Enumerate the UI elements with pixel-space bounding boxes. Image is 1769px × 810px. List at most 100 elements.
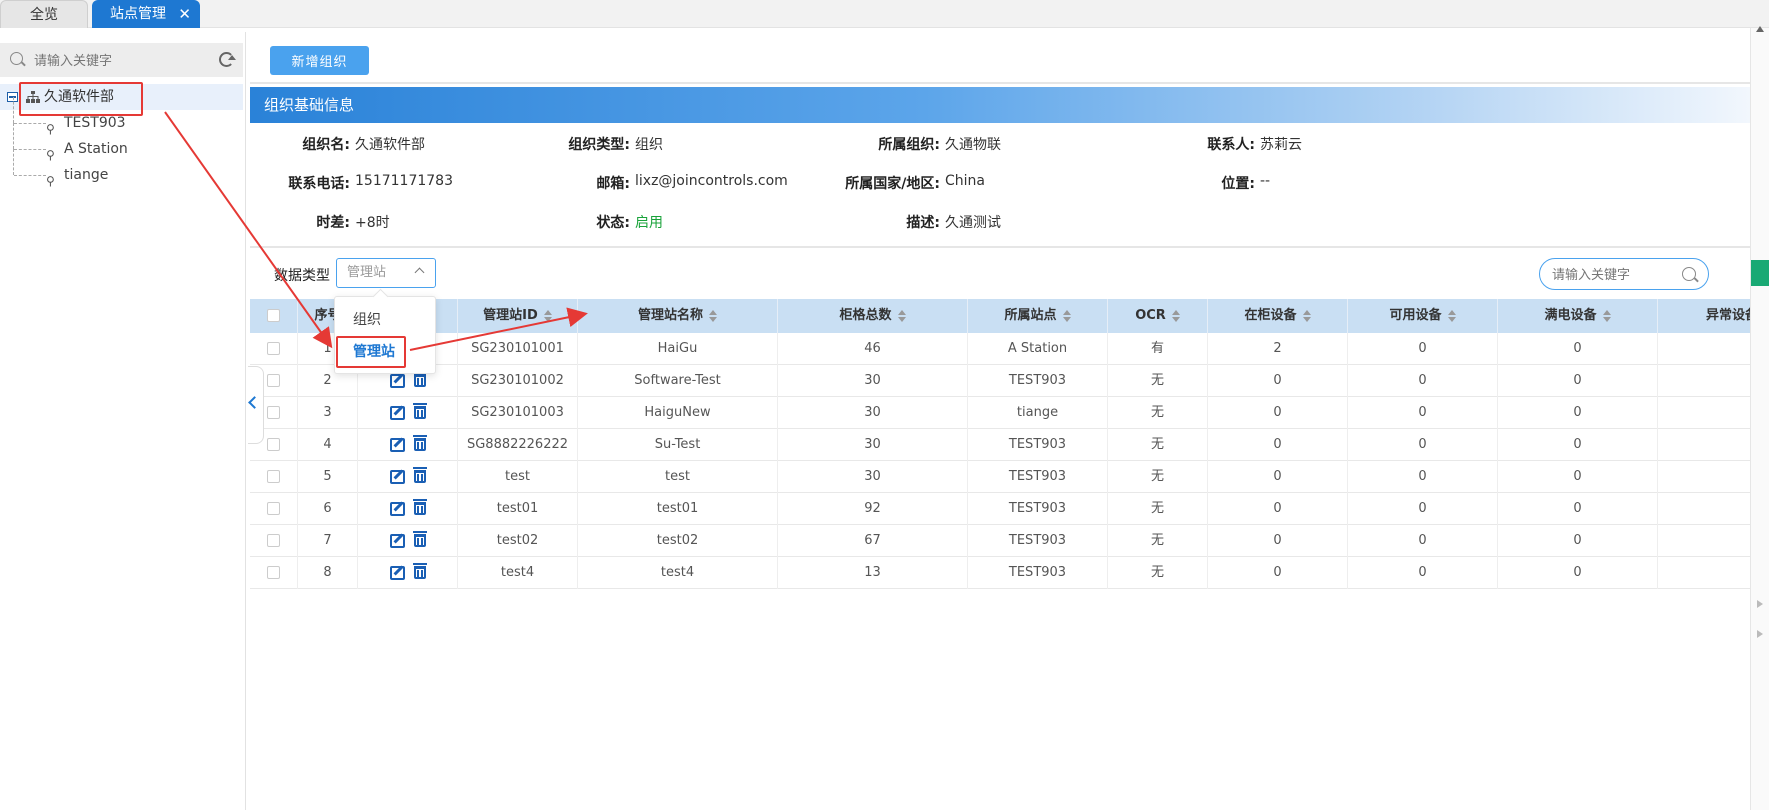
row-checkbox[interactable] xyxy=(250,525,298,557)
actions-cell xyxy=(358,397,458,429)
edit-icon[interactable] xyxy=(389,437,405,452)
location-value: -- xyxy=(1260,173,1271,189)
header-label: OCR xyxy=(1135,308,1166,323)
header-available[interactable]: 可用设备 xyxy=(1348,299,1498,333)
sort-icon[interactable] xyxy=(1171,309,1180,322)
delete-icon[interactable] xyxy=(412,563,427,579)
sort-icon[interactable] xyxy=(709,309,717,322)
tab-overview[interactable]: 全览 xyxy=(0,0,88,28)
sidebar-collapse-button[interactable] xyxy=(248,366,264,444)
index-cell: 5 xyxy=(298,461,358,493)
table-row[interactable]: 2SG230101002Software-Test30TEST903无0000 xyxy=(250,365,1769,397)
tab-station-management[interactable]: 站点管理 ✕ xyxy=(92,0,200,28)
description-label: 描述: xyxy=(906,215,940,231)
refresh-icon[interactable] xyxy=(219,52,236,67)
edit-icon[interactable] xyxy=(389,469,405,484)
ocr-cell: 无 xyxy=(1108,525,1208,557)
table-row[interactable]: 5testtest30TEST903无0000 xyxy=(250,461,1769,493)
divider xyxy=(250,82,1750,84)
checkbox[interactable] xyxy=(267,342,280,355)
sort-icon[interactable] xyxy=(543,309,552,322)
side-tab[interactable] xyxy=(1751,260,1769,286)
header-station-id[interactable]: 管理站ID xyxy=(458,299,578,333)
station-name-cell: Software-Test xyxy=(578,365,778,397)
edit-icon[interactable] xyxy=(389,501,405,516)
table-row[interactable]: 4SG8882226222Su-Test30TEST903无0000 xyxy=(250,429,1769,461)
delete-icon[interactable] xyxy=(412,403,427,419)
edit-icon[interactable] xyxy=(389,373,405,388)
sort-icon[interactable] xyxy=(1302,309,1311,322)
station-name-cell: HaiguNew xyxy=(578,397,778,429)
header-ocr[interactable]: OCR xyxy=(1108,299,1208,333)
row-checkbox[interactable] xyxy=(250,557,298,589)
data-type-select[interactable]: 管理站 xyxy=(336,258,436,288)
sort-icon[interactable] xyxy=(1447,309,1456,322)
sort-icon[interactable] xyxy=(1062,309,1071,322)
station-id-cell: test xyxy=(458,461,578,493)
country-value: China xyxy=(945,173,985,189)
station-name-cell: test4 xyxy=(578,557,778,589)
dropdown-option-organization[interactable]: 组织 xyxy=(335,305,435,335)
available-cell: 0 xyxy=(1348,557,1498,589)
site-cell: TEST903 xyxy=(968,461,1108,493)
sidebar-search-input[interactable] xyxy=(34,50,204,70)
delete-icon[interactable] xyxy=(412,371,427,387)
tree-node-tiange[interactable]: ⚲ tiange xyxy=(0,149,243,188)
delete-icon[interactable] xyxy=(412,531,427,547)
station-name-cell: HaiGu xyxy=(578,333,778,365)
edit-icon[interactable] xyxy=(389,533,405,548)
row-checkbox[interactable] xyxy=(250,493,298,525)
expand-icon[interactable] xyxy=(1757,600,1763,608)
header-fully-charged[interactable]: 满电设备 xyxy=(1498,299,1658,333)
checkbox[interactable] xyxy=(267,470,280,483)
table-row[interactable]: 8test4test413TEST903无0000 xyxy=(250,557,1769,589)
checkbox[interactable] xyxy=(267,374,280,387)
description-value: 久通测试 xyxy=(945,215,1001,231)
scroll-up-icon[interactable] xyxy=(1756,26,1764,32)
header-station-name[interactable]: 管理站名称 xyxy=(578,299,778,333)
table-row[interactable]: 3SG230101003HaiguNew30tiange无0000 xyxy=(250,397,1769,429)
row-checkbox[interactable] xyxy=(250,333,298,365)
station-name-cell: test01 xyxy=(578,493,778,525)
station-id-cell: SG230101002 xyxy=(458,365,578,397)
close-icon[interactable]: ✕ xyxy=(178,0,191,28)
station-pin-icon: ⚲ xyxy=(46,174,55,188)
header-cabinet-total[interactable]: 柜格总数 xyxy=(778,299,968,333)
phone-label: 联系电话: xyxy=(288,176,350,192)
checkbox[interactable] xyxy=(267,534,280,547)
edit-icon[interactable] xyxy=(389,405,405,420)
checkbox[interactable] xyxy=(267,502,280,515)
table-row[interactable]: 1SG230101001HaiGu46A Station有2002 xyxy=(250,333,1769,365)
delete-icon[interactable] xyxy=(412,435,427,451)
table-row[interactable]: 6test01test0192TEST903无0000 xyxy=(250,493,1769,525)
scrollbar[interactable] xyxy=(1750,28,1769,810)
station-id-cell: SG230101001 xyxy=(458,333,578,365)
header-site[interactable]: 所属站点 xyxy=(968,299,1108,333)
expand-icon[interactable] xyxy=(1757,630,1763,638)
add-organization-button[interactable]: 新增组织 xyxy=(270,46,369,75)
delete-icon[interactable] xyxy=(412,467,427,483)
station-id-cell: SG8882226222 xyxy=(458,429,578,461)
checkbox[interactable] xyxy=(267,438,280,451)
search-icon[interactable] xyxy=(1682,267,1696,281)
station-id-cell: test4 xyxy=(458,557,578,589)
row-checkbox[interactable] xyxy=(250,461,298,493)
sort-icon[interactable] xyxy=(897,309,906,322)
header-select-all[interactable] xyxy=(250,299,298,333)
table-search-input[interactable] xyxy=(1552,265,1672,283)
sort-icon[interactable] xyxy=(1602,309,1611,322)
delete-icon[interactable] xyxy=(412,499,427,515)
ocr-cell: 无 xyxy=(1108,461,1208,493)
fully-charged-cell: 0 xyxy=(1498,397,1658,429)
header-in-cabinet[interactable]: 在柜设备 xyxy=(1208,299,1348,333)
checkbox[interactable] xyxy=(267,406,280,419)
table-search xyxy=(1539,258,1709,290)
available-cell: 0 xyxy=(1348,461,1498,493)
checkbox[interactable] xyxy=(267,566,280,579)
ocr-cell: 无 xyxy=(1108,557,1208,589)
data-type-value: 管理站 xyxy=(347,265,387,280)
checkbox[interactable] xyxy=(267,309,280,322)
table-row[interactable]: 7test02test0267TEST903无0000 xyxy=(250,525,1769,557)
edit-icon[interactable] xyxy=(389,565,405,580)
tree-node-a-station[interactable]: ⚲ A Station xyxy=(0,123,243,162)
